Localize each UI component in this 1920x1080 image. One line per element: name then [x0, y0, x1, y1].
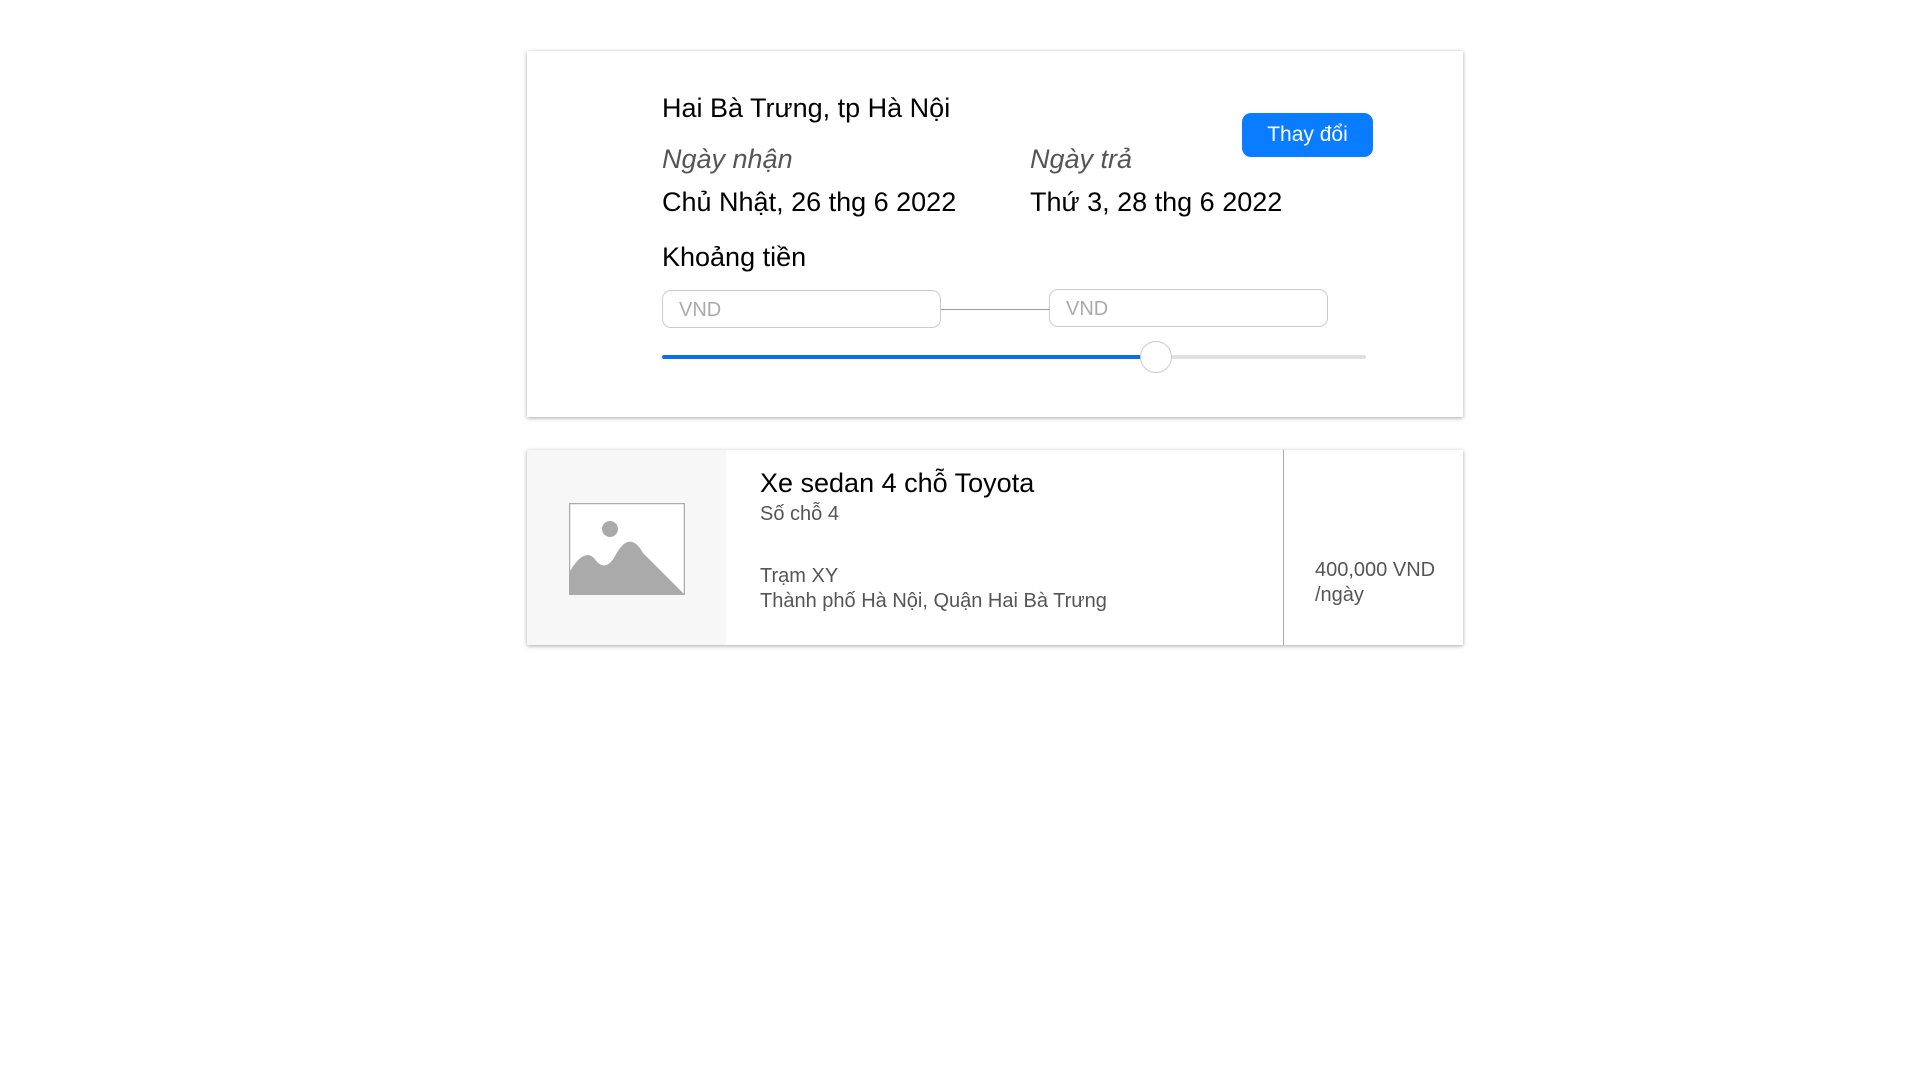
car-address: Thành phố Hà Nội, Quận Hai Bà Trưng	[760, 590, 1107, 612]
search-summary-card: Hai Bà Trưng, tp Hà Nội Thay đổi Ngày nh…	[527, 51, 1463, 417]
car-price: 400,000 VND	[1315, 559, 1436, 581]
slider-thumb[interactable]	[1139, 341, 1172, 373]
image-placeholder-icon	[569, 503, 685, 595]
price-slider[interactable]	[662, 341, 1366, 373]
return-date[interactable]: Thứ 3, 28 thg 6 2022	[1030, 187, 1282, 218]
location-text: Hai Bà Trưng, tp Hà Nội	[662, 93, 951, 123]
car-result-card[interactable]: Xe sedan 4 chỗ Toyota Số chỗ 4 Trạm XY T…	[527, 450, 1463, 645]
divider	[1283, 450, 1284, 645]
max-price-input[interactable]: VND	[1049, 289, 1328, 327]
slider-fill	[662, 355, 1155, 359]
return-label: Ngày trả	[1030, 144, 1133, 174]
price-range-label: Khoảng tiền	[662, 242, 807, 272]
pickup-label: Ngày nhận	[662, 144, 793, 174]
range-connector	[941, 309, 1049, 310]
pickup-date[interactable]: Chủ Nhật, 26 thg 6 2022	[662, 187, 956, 218]
car-image	[527, 450, 726, 645]
min-price-input[interactable]: VND	[662, 290, 941, 328]
car-seats: Số chỗ 4	[760, 503, 839, 525]
car-price-unit: /ngày	[1315, 584, 1364, 606]
car-title[interactable]: Xe sedan 4 chỗ Toyota	[760, 468, 1034, 499]
change-button[interactable]: Thay đổi	[1242, 113, 1373, 157]
car-station: Trạm XY	[760, 565, 839, 587]
